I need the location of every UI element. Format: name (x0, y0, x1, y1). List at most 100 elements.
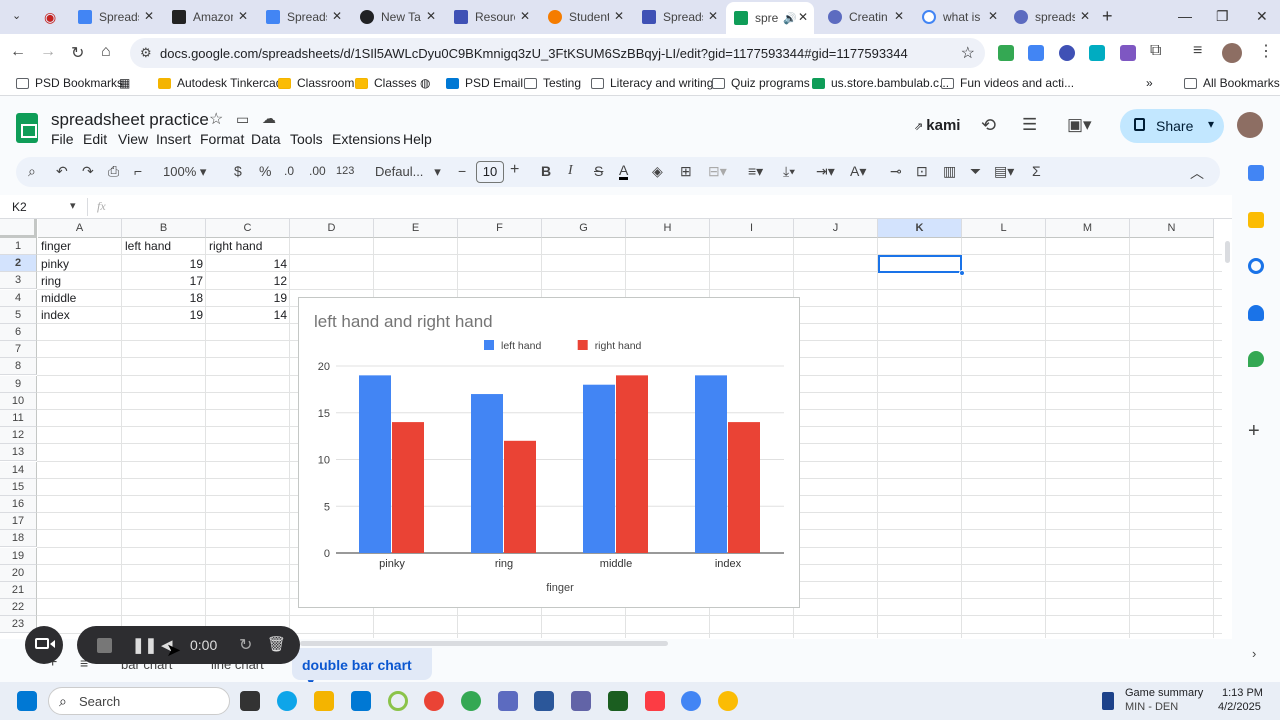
chrome-profile-icon[interactable] (461, 691, 481, 711)
undo-icon[interactable]: ↶ (56, 163, 68, 180)
chrome-profile-icon[interactable] (718, 691, 738, 711)
formula-input[interactable] (120, 196, 1220, 218)
browser-tab[interactable]: Spreads✕ (634, 4, 724, 30)
browser-tab[interactable]: Student ✕ (540, 4, 630, 30)
cell-b3[interactable]: 17 (122, 273, 206, 290)
share-button[interactable]: Share ▾ (1120, 109, 1224, 143)
bookmark-star-icon[interactable]: ☆ (961, 43, 975, 63)
browser-tab-active[interactable]: spre 🔊 ✕ (726, 2, 814, 34)
row-header-5[interactable]: 5 (0, 306, 37, 324)
row-header-3[interactable]: 3 (0, 272, 37, 290)
text-color-button[interactable]: A (619, 163, 629, 180)
browser-tab[interactable]: what is ✕ (914, 4, 1004, 30)
percent-format-button[interactable]: % (259, 163, 271, 179)
column-header-c[interactable]: C (206, 219, 290, 238)
browser-tab[interactable]: Creatin ✕ (820, 4, 910, 30)
reading-list-icon[interactable]: ≡ (1193, 42, 1202, 60)
windows-start-icon[interactable] (17, 691, 37, 711)
column-header-m[interactable]: M (1046, 219, 1130, 238)
italic-button[interactable]: I (568, 163, 573, 179)
browser-tab[interactable]: Amazon ✕ (164, 4, 254, 30)
close-icon[interactable]: ✕ (988, 9, 998, 23)
cell-a3[interactable]: ring (38, 273, 64, 290)
news-widget-subtitle[interactable]: MIN - DEN (1125, 701, 1178, 713)
paint-format-icon[interactable]: ⌐ (134, 163, 142, 179)
sheets-logo-icon[interactable] (16, 113, 38, 143)
clock-date[interactable]: 4/2/2025 (1218, 701, 1261, 713)
collapse-toolbar-icon[interactable]: ︿ (1190, 163, 1204, 183)
cell-c5[interactable]: 14 (206, 307, 290, 324)
browser-tab[interactable]: Spreads✕ (70, 4, 160, 30)
tab-search-chevron-icon[interactable]: ⌄ (12, 9, 21, 22)
bookmark[interactable]: Classroom (278, 76, 354, 90)
camera-toggle[interactable] (25, 626, 63, 664)
bold-button[interactable]: B (541, 163, 551, 179)
omnibox[interactable]: ⚙ docs.google.com/spreadsheets/d/1SIl5AW… (130, 38, 985, 68)
cell-b5[interactable]: 19 (122, 307, 206, 324)
sheet-tab-active[interactable]: double bar chart ▾ (292, 648, 432, 689)
meet-icon[interactable]: ▣▾ (1067, 115, 1092, 135)
minimize-icon[interactable]: — (1178, 8, 1192, 24)
fill-handle[interactable] (959, 270, 965, 276)
row-header-2[interactable]: 2 (0, 255, 37, 273)
scroll-thumb[interactable] (300, 641, 668, 646)
app-icon[interactable] (498, 691, 518, 711)
close-icon[interactable]: ✕ (798, 10, 808, 24)
forward-arrow-icon[interactable]: → (40, 43, 56, 61)
cell-a5[interactable]: index (38, 307, 73, 324)
menu-file[interactable]: File (51, 131, 74, 147)
news-widget-title[interactable]: Game summary (1125, 687, 1203, 699)
cell-a4[interactable]: middle (38, 290, 79, 307)
url-text[interactable]: docs.google.com/spreadsheets/d/1SIl5AWLc… (160, 46, 908, 61)
font-select[interactable]: Defaul... ▾ (375, 164, 441, 180)
decrease-decimal-button[interactable]: .0 (284, 164, 294, 178)
bookmark[interactable]: Autodesk Tinkercad (158, 76, 282, 90)
account-avatar[interactable] (1237, 112, 1263, 138)
column-header-e[interactable]: E (374, 219, 458, 238)
share-dropdown-icon[interactable]: ▾ (1208, 117, 1214, 131)
browser-tab[interactable]: Resourc✕ (446, 4, 536, 30)
chrome-icon[interactable] (424, 691, 444, 711)
column-header-j[interactable]: J (794, 219, 878, 238)
close-icon[interactable]: ✕ (1080, 9, 1090, 23)
font-size-input[interactable]: 10 (476, 161, 504, 183)
row-header-17[interactable]: 17 (0, 513, 37, 531)
reload-icon[interactable]: ↻ (71, 43, 84, 63)
site-info-icon[interactable]: ⚙ (140, 45, 152, 61)
zoom-select[interactable]: 100% ▾ (163, 164, 206, 180)
chevron-down-icon[interactable]: ▾ (70, 199, 76, 212)
column-header-f[interactable]: F (458, 219, 542, 238)
pause-button[interactable]: ❚❚ (132, 636, 157, 654)
insert-link-icon[interactable]: ⊸ (890, 163, 902, 180)
number-format-button[interactable]: 123 (336, 165, 354, 177)
bookmark-folder[interactable]: Testing (524, 76, 581, 90)
menu-extensions[interactable]: Extensions (332, 131, 400, 147)
calendar-icon[interactable] (1248, 165, 1264, 181)
new-tab-button[interactable]: + (1102, 6, 1113, 27)
row-header-12[interactable]: 12 (0, 427, 37, 445)
stop-button[interactable] (97, 638, 112, 653)
app-icon[interactable] (608, 691, 628, 711)
menu-format[interactable]: Format (200, 131, 244, 147)
search-menus-icon[interactable]: ⌕ (28, 163, 36, 180)
insert-comment-icon[interactable]: ⊡ (916, 163, 928, 180)
bookmark-folder[interactable]: Literacy and writing (591, 76, 713, 90)
row-header-10[interactable]: 10 (0, 392, 37, 410)
bookmark-folder[interactable]: Quiz programs (712, 76, 810, 90)
row-header-9[interactable]: 9 (0, 375, 37, 393)
trash-icon[interactable]: 🗑 (267, 635, 286, 653)
column-header-l[interactable]: L (962, 219, 1046, 238)
window-close-icon[interactable]: ✕ (1256, 8, 1268, 25)
close-icon[interactable]: ✕ (708, 9, 718, 23)
strikethrough-button[interactable]: S (594, 163, 603, 179)
row-header-19[interactable]: 19 (0, 547, 37, 565)
vertical-align-icon[interactable]: ⤓▾ (783, 163, 795, 180)
font-size-minus-icon[interactable]: − (458, 163, 466, 179)
row-header-20[interactable]: 20 (0, 564, 37, 582)
column-header-h[interactable]: H (626, 219, 710, 238)
name-box[interactable]: K2 (12, 200, 27, 214)
teams-icon[interactable] (571, 691, 591, 711)
column-header-a[interactable]: A (38, 219, 122, 238)
column-header-d[interactable]: D (290, 219, 374, 238)
fill-color-icon[interactable]: ◈ (652, 163, 663, 180)
